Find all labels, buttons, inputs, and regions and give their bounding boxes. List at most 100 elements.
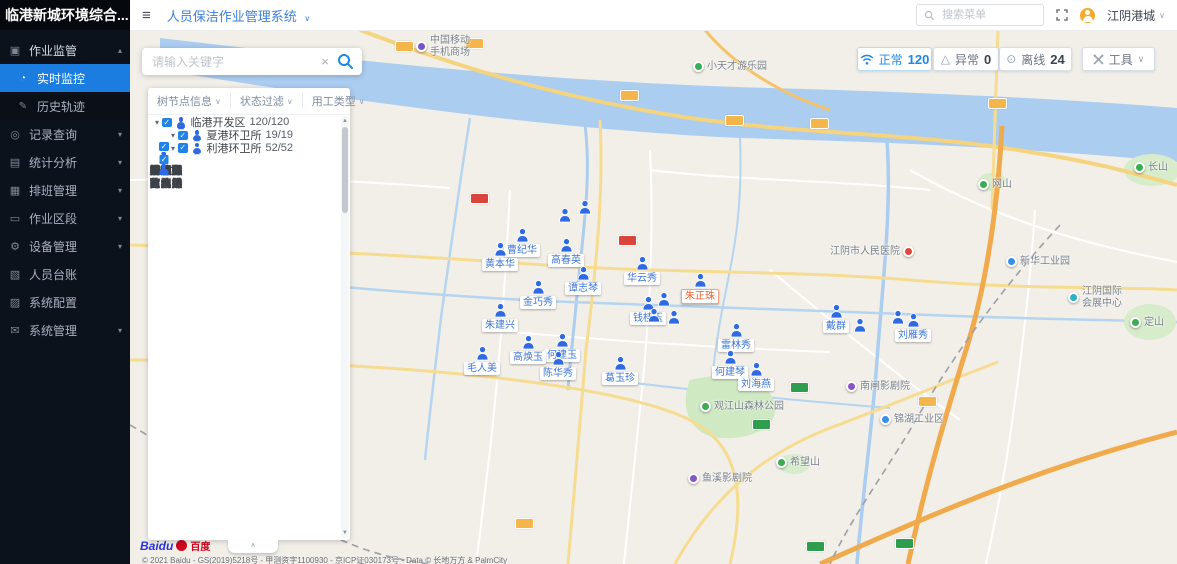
person-marker[interactable]: 陈华秀 <box>540 351 576 380</box>
road-badge <box>806 541 825 552</box>
person-marker[interactable] <box>648 308 661 323</box>
person-marker[interactable] <box>892 310 905 325</box>
map-poi[interactable]: 江阴国际 会展中心 <box>1068 286 1122 309</box>
tree-row[interactable]: ✓ 缪亚琴 <box>148 142 183 155</box>
sidebar-item-jilu-chaxun[interactable]: ◎ 记录查询 ▾ <box>0 120 130 148</box>
person-marker[interactable]: 谭志琴 <box>565 266 601 295</box>
personnel-search-box[interactable]: × <box>142 48 362 75</box>
tree-scrollbar[interactable]: ▲ ▼ <box>341 116 349 538</box>
person-marker[interactable]: 朱建兴 <box>482 303 518 332</box>
person-marker[interactable]: 毛人美 <box>464 346 500 375</box>
sidebar-item-zuoye-quduan[interactable]: ▭ 作业区段 ▾ <box>0 204 130 232</box>
map-poi[interactable]: 网山 <box>978 179 1012 191</box>
baidu-logo-cn: 百度 <box>190 538 210 553</box>
system-title-dropdown[interactable]: 人员保洁作业管理系统 ∨ <box>167 6 311 25</box>
sidebar-item-label: 系统管理 <box>29 322 77 339</box>
menu-search-box[interactable] <box>916 4 1044 26</box>
checkbox-checked-icon[interactable]: ✓ <box>159 142 169 152</box>
map-poi[interactable]: 希望山 <box>776 457 820 469</box>
panel-collapse-tab[interactable]: ∧ <box>228 540 278 553</box>
sidebar-item-lishi-guiji[interactable]: ✎ 历史轨迹 <box>0 92 130 120</box>
map-poi[interactable]: 新华工业园 <box>1006 256 1070 268</box>
sidebar-item-xitong-guanli[interactable]: ✉ 系统管理 ▾ <box>0 316 130 344</box>
person-marker[interactable]: 华云秀 <box>624 256 660 285</box>
person-icon <box>658 292 671 307</box>
search-icon[interactable] <box>337 53 354 70</box>
map-canvas[interactable]: 中国移动 手机商场 小天才游乐园 江阴市人民医院 新华工业园 江阴国际 会展中心… <box>130 30 1177 564</box>
chevron-icon: ▴ <box>118 46 122 55</box>
map-poi[interactable]: 定山 <box>1130 317 1164 329</box>
sidebar-item-xitong-peizhi[interactable]: ▨ 系统配置 <box>0 288 130 316</box>
status-offline-button[interactable]: ⊙ 离线 24 <box>999 47 1072 71</box>
scrollbar-thumb[interactable] <box>342 127 348 213</box>
map-poi[interactable]: 江阴市人民医院 <box>830 246 914 258</box>
person-marker[interactable]: 刘海燕 <box>738 362 774 391</box>
person-marker[interactable]: 黄本华 <box>482 242 518 271</box>
sidebar-item-zuoye-jianguan[interactable]: ▣ 作业监管 ▴ <box>0 36 130 64</box>
user-avatar[interactable] <box>1080 8 1095 23</box>
filter-label: 树节点信息 <box>157 93 212 109</box>
user-menu[interactable]: 江阴港城 ∨ <box>1107 7 1165 24</box>
road-badge <box>725 115 744 126</box>
person-marker[interactable] <box>579 200 592 215</box>
person-marker[interactable]: 朱正珠 <box>681 273 719 304</box>
person-marker[interactable]: 金巧秀 <box>520 280 556 309</box>
status-offline-value: 24 <box>1050 52 1064 67</box>
filter-dropdown[interactable]: 树节点信息 ∨ <box>148 93 230 109</box>
map-poi[interactable]: 南闸影剧院 <box>846 381 910 393</box>
sidebar-item-renyuan-taizhang[interactable]: ▧ 人员台账 <box>0 260 130 288</box>
status-normal-button[interactable]: 正常 120 <box>857 47 932 71</box>
scroll-down-icon[interactable]: ▼ <box>341 529 349 537</box>
poi-icon <box>903 246 914 257</box>
checkbox-checked-icon[interactable]: ✓ <box>162 118 172 128</box>
poi-label: 希望山 <box>790 457 820 469</box>
status-abnormal-button[interactable]: △ 异常 0 <box>933 47 999 71</box>
sidebar-item-tongji-fenxi[interactable]: ▤ 统计分析 ▾ <box>0 148 130 176</box>
personnel-search-input[interactable] <box>150 54 313 70</box>
chevron-down-icon: ∨ <box>359 97 365 106</box>
menu-search-input[interactable] <box>940 8 1036 22</box>
poi-icon <box>1130 317 1141 328</box>
person-icon <box>668 310 681 325</box>
fullscreen-icon[interactable] <box>1056 9 1068 21</box>
filter-dropdown[interactable]: 状态过滤 ∨ <box>230 93 302 109</box>
checkbox-checked-icon[interactable]: ✓ <box>159 155 169 165</box>
person-marker[interactable] <box>559 208 572 223</box>
map-poi[interactable]: 锦湖工业区 <box>880 414 944 426</box>
person-marker[interactable] <box>854 318 867 333</box>
road-badge <box>470 193 489 204</box>
person-marker[interactable] <box>668 310 681 325</box>
baidu-logo-latin: Baidu <box>140 539 173 553</box>
map-poi[interactable]: 小天才游乐园 <box>693 61 767 73</box>
person-marker[interactable]: 戴群 <box>823 304 849 333</box>
person-marker[interactable]: 高春英 <box>548 238 584 267</box>
person-marker[interactable] <box>658 292 671 307</box>
device-icon: ⚙ <box>8 240 22 253</box>
person-marker[interactable]: 葛玉珍 <box>602 356 638 385</box>
map-poi[interactable]: 长山 <box>1134 162 1168 174</box>
tree-node-count: 19/19 <box>266 129 294 141</box>
sidebar-item-shebei-guanli[interactable]: ⚙ 设备管理 ▾ <box>0 232 130 260</box>
poi-icon <box>880 414 891 425</box>
map-poi[interactable]: 鱼溪影剧院 <box>688 473 752 485</box>
statistics-icon: ▤ <box>8 156 22 169</box>
tree-row[interactable]: ✓ 江合娣 <box>148 155 183 168</box>
poi-icon <box>846 381 857 392</box>
tree-expand-icon[interactable]: ▾ <box>152 118 162 127</box>
map-poi[interactable]: 中国移动 手机商场 <box>416 35 470 58</box>
poi-icon <box>416 41 427 52</box>
tree-expand-icon[interactable]: ▾ <box>168 131 178 140</box>
sidebar-item-shishi-jiankong[interactable]: ◔ 实时监控 <box>0 64 130 92</box>
person-marker[interactable]: 雷林秀 <box>718 323 754 352</box>
tools-dropdown-button[interactable]: 工具 ∨ <box>1082 47 1155 71</box>
person-icon <box>559 208 572 223</box>
person-name-label: 陈华秀 <box>540 367 576 380</box>
clear-icon[interactable]: × <box>321 54 329 69</box>
sidebar-item-paiban-guanli[interactable]: ▦ 排班管理 ▾ <box>0 176 130 204</box>
person-name-label: 毛人美 <box>464 362 500 375</box>
checkbox-checked-icon[interactable]: ✓ <box>178 131 188 141</box>
filter-dropdown[interactable]: 用工类型 ∨ <box>302 93 374 109</box>
hamburger-menu-icon[interactable]: ≡ <box>142 8 151 23</box>
map-poi[interactable]: 观江山森林公园 <box>700 401 784 413</box>
scroll-up-icon[interactable]: ▲ <box>341 117 349 125</box>
